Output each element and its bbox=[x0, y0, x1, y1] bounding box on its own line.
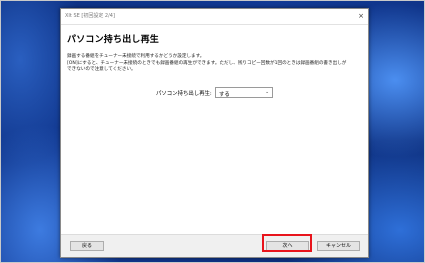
next-button-highlight bbox=[262, 234, 312, 252]
setup-dialog: XIt SE [初回設定 2/4] × パソコン持ち出し再生 録画する番組をチュ… bbox=[60, 8, 369, 258]
chevron-down-icon: ⌄ bbox=[265, 90, 269, 95]
back-button[interactable]: 戻る bbox=[70, 241, 104, 251]
window-title: XIt SE [初回設定 2/4] bbox=[65, 13, 115, 19]
description-line: できないので注意してください。 bbox=[67, 67, 136, 73]
description: 録画する番組をチューナー未接続で利用するかどうか設定します。 [ON]にすると、… bbox=[67, 54, 363, 74]
dialog-footer: 戻る 次へ キャンセル bbox=[61, 234, 368, 257]
select-value: する bbox=[219, 92, 230, 98]
portable-playback-select[interactable]: する ⌄ bbox=[215, 87, 273, 98]
close-icon[interactable]: × bbox=[357, 12, 365, 20]
portable-playback-label: パソコン持ち出し再生: bbox=[156, 91, 212, 97]
title-bar: XIt SE [初回設定 2/4] × bbox=[61, 9, 368, 25]
page-title: パソコン持ち出し再生 bbox=[67, 35, 160, 45]
dialog-content: パソコン持ち出し再生 録画する番組をチューナー未接続で利用するかどうか設定します… bbox=[61, 25, 368, 257]
cancel-button[interactable]: キャンセル bbox=[317, 241, 360, 251]
description-line: 録画する番組をチューナー未接続で利用するかどうか設定します。 bbox=[67, 54, 205, 59]
